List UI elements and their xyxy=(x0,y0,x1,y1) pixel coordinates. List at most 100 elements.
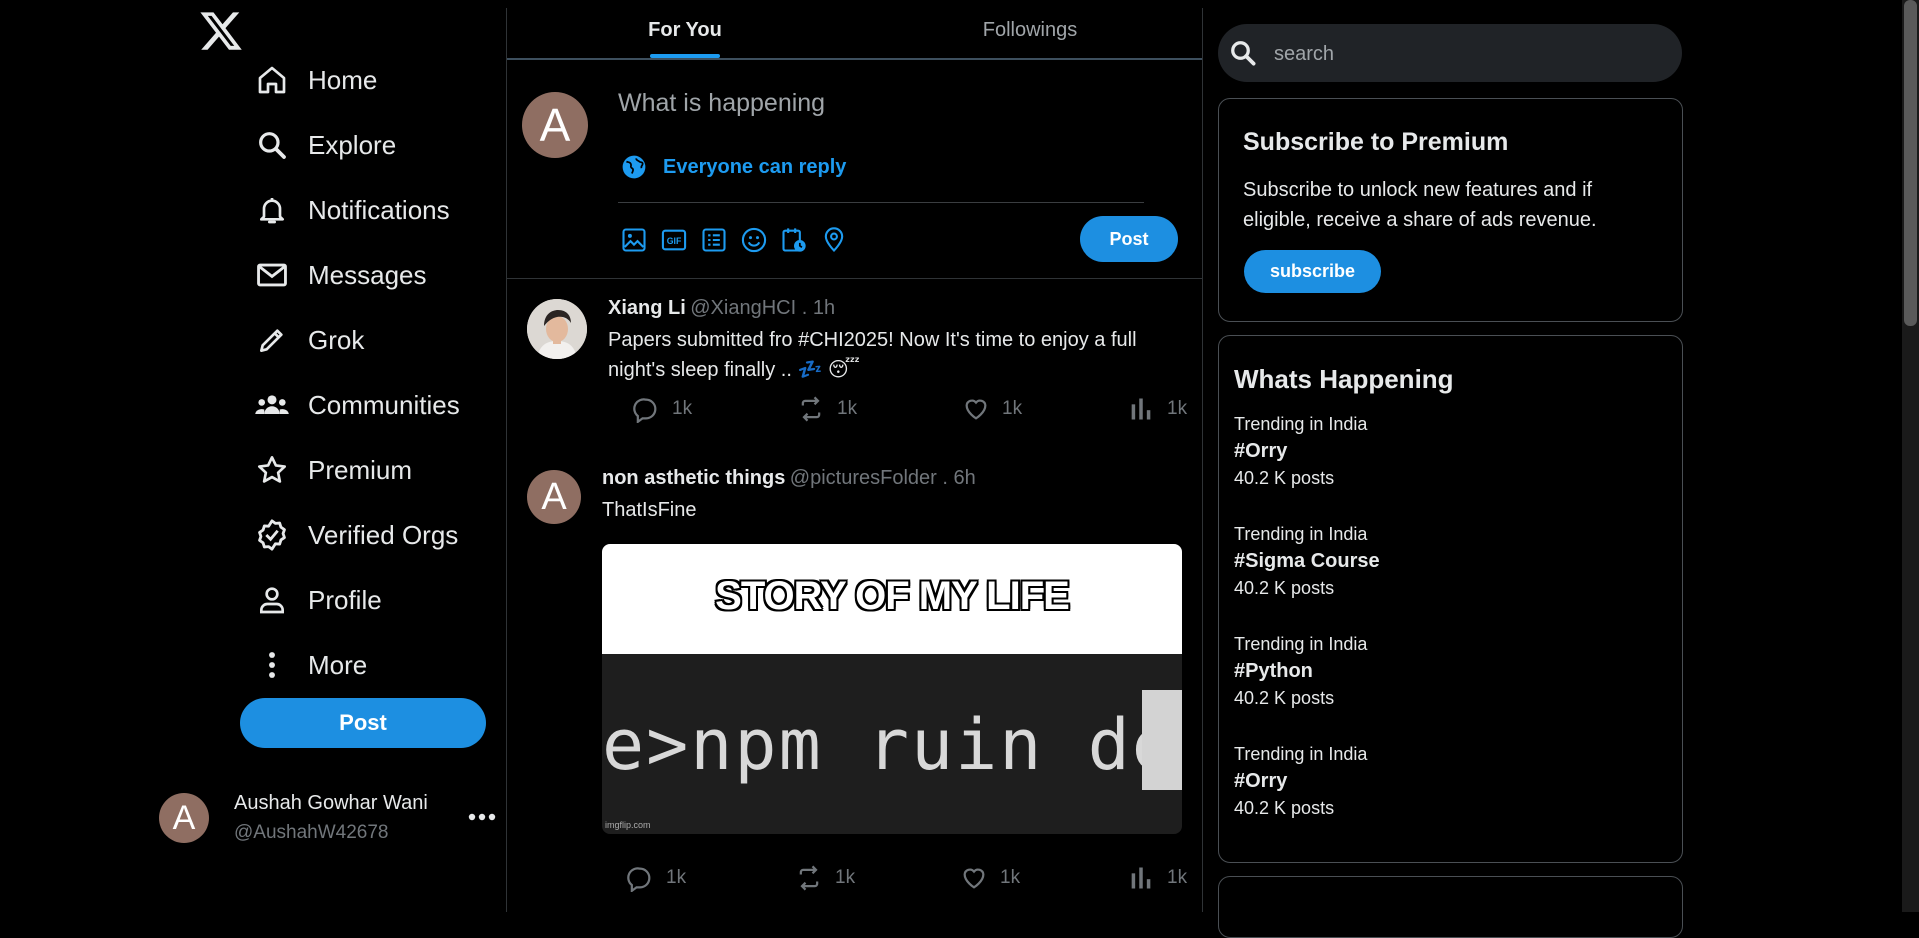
views-button[interactable]: 1k xyxy=(1127,864,1187,892)
retweet-icon xyxy=(795,864,823,892)
schedule-icon[interactable] xyxy=(780,226,808,254)
x-logo-icon[interactable] xyxy=(198,8,244,54)
avatar[interactable]: A xyxy=(159,793,209,843)
meme-watermark: imgflip.com xyxy=(605,820,651,830)
trend-item[interactable]: Trending in India #Orry 40.2 K posts xyxy=(1234,741,1367,821)
tweet-handle-time: @picturesFolder . 6h xyxy=(789,467,976,489)
retweet-button[interactable]: 1k xyxy=(797,395,857,423)
tweet-text: ThatIsFine xyxy=(602,499,697,521)
compose-input[interactable]: What is happening xyxy=(618,89,825,118)
tweet-author-name[interactable]: Xiang Li xyxy=(608,297,686,319)
gif-icon[interactable]: GIF xyxy=(660,226,688,254)
retweet-count: 1k xyxy=(837,398,858,419)
like-count: 1k xyxy=(1002,398,1023,419)
poll-icon[interactable] xyxy=(700,226,728,254)
meme-caption: STORY OF MY LIFE xyxy=(715,574,1070,618)
pencil-icon xyxy=(254,322,290,358)
trend-item[interactable]: Trending in India #Orry 40.2 K posts xyxy=(1234,411,1367,491)
trend-tag: #Python xyxy=(1234,660,1313,682)
tweet-author-name[interactable]: non asthetic things xyxy=(602,467,785,489)
image-icon[interactable] xyxy=(620,226,648,254)
nav-home[interactable]: Home xyxy=(254,56,377,104)
scrollbar-thumb[interactable] xyxy=(1904,0,1917,326)
reply-button[interactable]: 1k xyxy=(632,395,692,423)
more-vertical-icon xyxy=(254,647,290,683)
nav-premium-label: Premium xyxy=(308,454,413,485)
reply-button[interactable]: 1k xyxy=(626,864,686,892)
tab-followings[interactable]: Followings xyxy=(860,0,1200,58)
avatar[interactable]: A xyxy=(527,470,581,524)
sidebar-panel xyxy=(1218,876,1683,938)
premium-description: Subscribe to unlock new features and if … xyxy=(1243,179,1597,231)
meme-cursor xyxy=(1142,690,1182,790)
nav-profile[interactable]: Profile xyxy=(254,576,382,624)
tweet-text: Papers submitted fro #CHI2025! Now It's … xyxy=(608,325,1137,385)
trend-item[interactable]: Trending in India #Sigma Course 40.2 K p… xyxy=(1234,521,1380,601)
emoji-icon[interactable] xyxy=(740,226,768,254)
trend-context: Trending in India xyxy=(1234,744,1368,764)
composer-divider-bottom xyxy=(507,278,1202,279)
nav-home-label: Home xyxy=(308,64,378,95)
profile-name: Aushah Gowhar Wani xyxy=(234,792,428,814)
heart-icon xyxy=(960,864,988,892)
post-button[interactable]: Post xyxy=(240,698,486,748)
like-count: 1k xyxy=(1000,867,1021,888)
trend-tag: #Orry xyxy=(1234,440,1288,462)
composer-post-button[interactable]: Post xyxy=(1080,216,1178,262)
like-button[interactable]: 1k xyxy=(962,395,1022,423)
nav-notifications[interactable]: Notifications xyxy=(254,186,450,234)
reply-count: 1k xyxy=(672,398,693,419)
nav-grok[interactable]: Grok xyxy=(254,316,364,364)
tweet-image[interactable]: STORY OF MY LIFE e>npm ruin dev imgflip.… xyxy=(602,544,1182,834)
nav-explore[interactable]: Explore xyxy=(254,121,396,169)
like-button[interactable]: 1k xyxy=(960,864,1020,892)
trend-context: Trending in India xyxy=(1234,634,1368,654)
reply-setting[interactable]: Everyone can reply xyxy=(663,156,846,179)
profile-handle: @AushahW42678 xyxy=(234,822,389,843)
more-horizontal-icon[interactable] xyxy=(467,805,497,829)
search-input[interactable] xyxy=(1272,30,1656,78)
home-icon xyxy=(254,62,290,98)
nav-more-label: More xyxy=(308,649,368,680)
location-icon[interactable] xyxy=(820,226,848,254)
tabs-divider xyxy=(507,58,1202,60)
heart-icon xyxy=(962,395,990,423)
column-divider xyxy=(1202,8,1203,912)
retweet-icon xyxy=(797,395,825,423)
views-count: 1k xyxy=(1167,398,1188,419)
retweet-button[interactable]: 1k xyxy=(795,864,855,892)
avatar[interactable] xyxy=(527,299,587,359)
trend-item[interactable]: Trending in India #Python 40.2 K posts xyxy=(1234,631,1367,711)
search-icon xyxy=(1228,38,1258,68)
trend-count: 40.2 K posts xyxy=(1234,578,1335,598)
views-count: 1k xyxy=(1167,867,1188,888)
composer-divider xyxy=(618,202,1144,203)
trend-count: 40.2 K posts xyxy=(1234,798,1335,818)
nav-communities-label: Communities xyxy=(308,389,460,420)
nav-more[interactable]: More xyxy=(254,641,367,689)
subscribe-button[interactable]: subscribe xyxy=(1244,250,1381,293)
reply-icon xyxy=(626,864,654,892)
reply-icon xyxy=(632,395,660,423)
nav-verified-orgs-label: Verified Orgs xyxy=(308,519,459,550)
svg-text:GIF: GIF xyxy=(667,236,682,246)
tweet-text-line: Papers submitted fro #CHI2025! Now It's … xyxy=(608,329,1137,351)
whats-happening-title: Whats Happening xyxy=(1234,364,1454,394)
views-button[interactable]: 1k xyxy=(1127,395,1187,423)
trend-count: 40.2 K posts xyxy=(1234,468,1335,488)
verified-badge-icon xyxy=(254,517,290,553)
premium-title: Subscribe to Premium xyxy=(1243,128,1509,156)
trend-context: Trending in India xyxy=(1234,414,1368,434)
nav-grok-label: Grok xyxy=(308,324,365,355)
nav-verified-orgs[interactable]: Verified Orgs xyxy=(254,511,458,559)
nav-notifications-label: Notifications xyxy=(308,194,450,225)
nav-messages-label: Messages xyxy=(308,259,427,290)
tab-for-you[interactable]: For You xyxy=(510,0,860,58)
nav-communities[interactable]: Communities xyxy=(254,381,460,429)
trend-tag: #Sigma Course xyxy=(1234,550,1380,572)
tweet-text-line: night's sleep finally .. 💤 😴 xyxy=(608,359,861,381)
nav-messages[interactable]: Messages xyxy=(254,251,427,299)
nav-explore-label: Explore xyxy=(308,129,397,160)
nav-premium[interactable]: Premium xyxy=(254,446,412,494)
globe-icon[interactable] xyxy=(621,154,647,180)
